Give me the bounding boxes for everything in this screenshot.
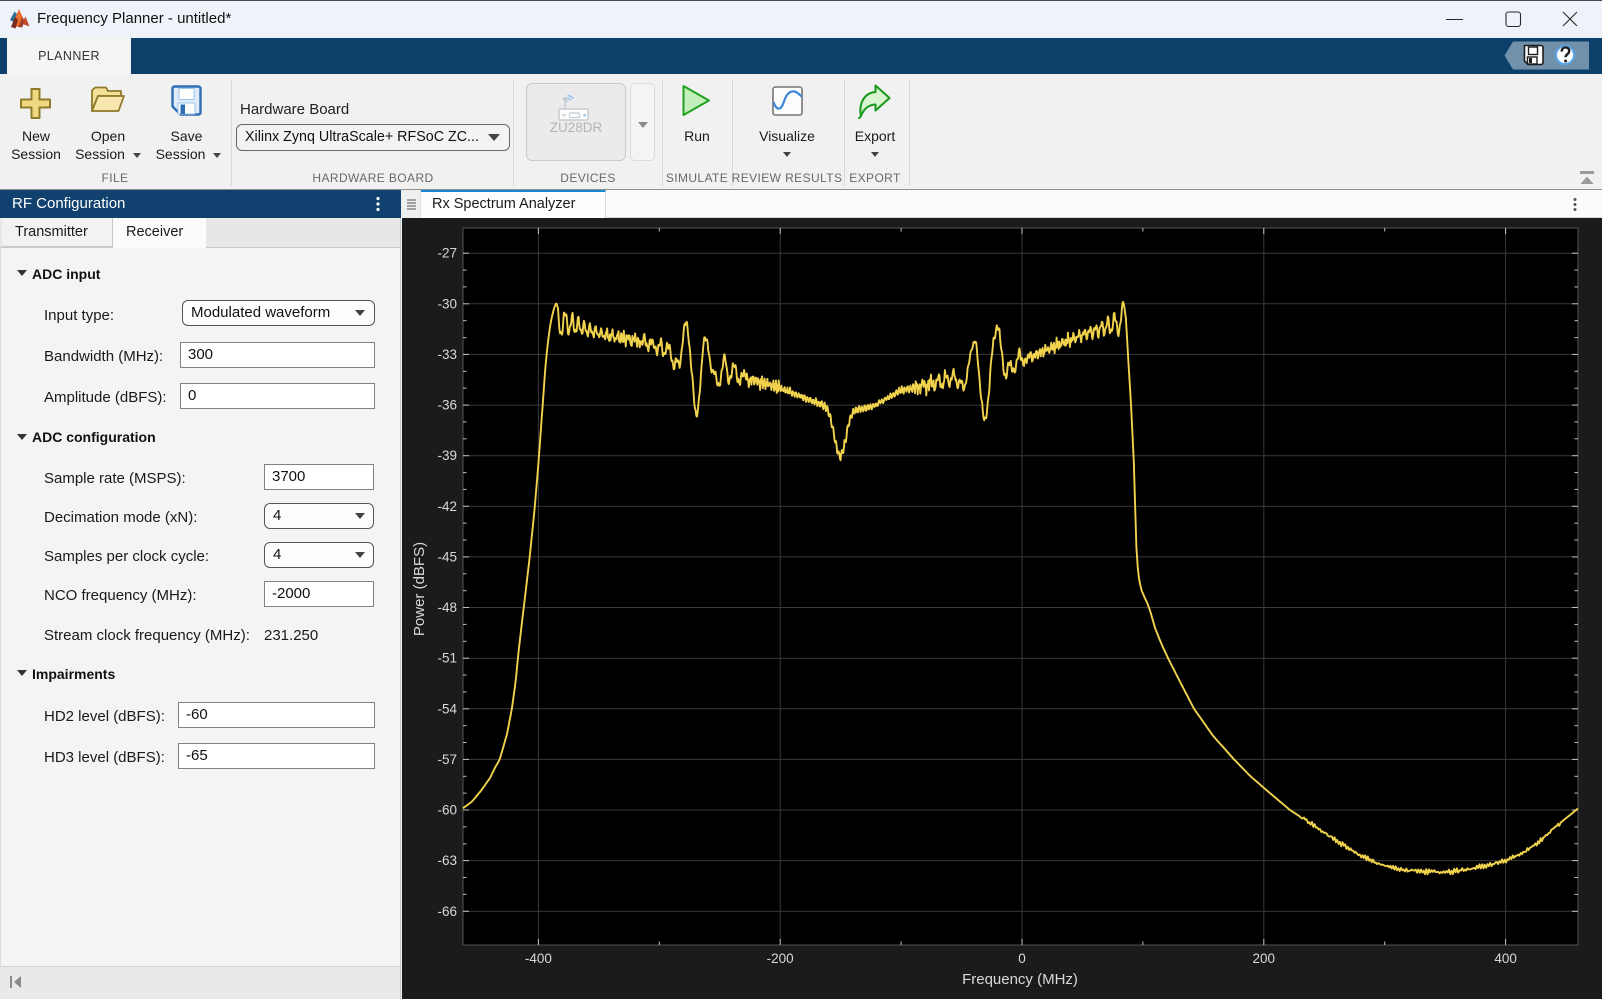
svg-text:-27: -27 <box>437 246 457 261</box>
svg-text:-200: -200 <box>767 951 794 966</box>
svg-text:-33: -33 <box>437 347 457 362</box>
svg-text:-54: -54 <box>437 701 457 716</box>
svg-text:400: 400 <box>1494 951 1517 966</box>
svg-text:-60: -60 <box>437 803 457 818</box>
svg-text:-63: -63 <box>437 853 457 868</box>
svg-text:-39: -39 <box>437 448 457 463</box>
svg-text:-45: -45 <box>437 549 457 564</box>
svg-text:-36: -36 <box>437 398 457 413</box>
svg-text:-51: -51 <box>437 651 457 666</box>
svg-text:-57: -57 <box>437 752 457 767</box>
svg-text:Power (dBFS): Power (dBFS) <box>411 542 428 636</box>
svg-text:-42: -42 <box>437 499 457 514</box>
svg-text:Frequency (MHz): Frequency (MHz) <box>962 971 1078 988</box>
svg-text:200: 200 <box>1253 951 1276 966</box>
svg-text:-66: -66 <box>437 904 457 919</box>
svg-text:-400: -400 <box>525 951 552 966</box>
svg-text:0: 0 <box>1018 951 1026 966</box>
svg-text:-30: -30 <box>437 296 457 311</box>
svg-text:-48: -48 <box>437 600 457 615</box>
